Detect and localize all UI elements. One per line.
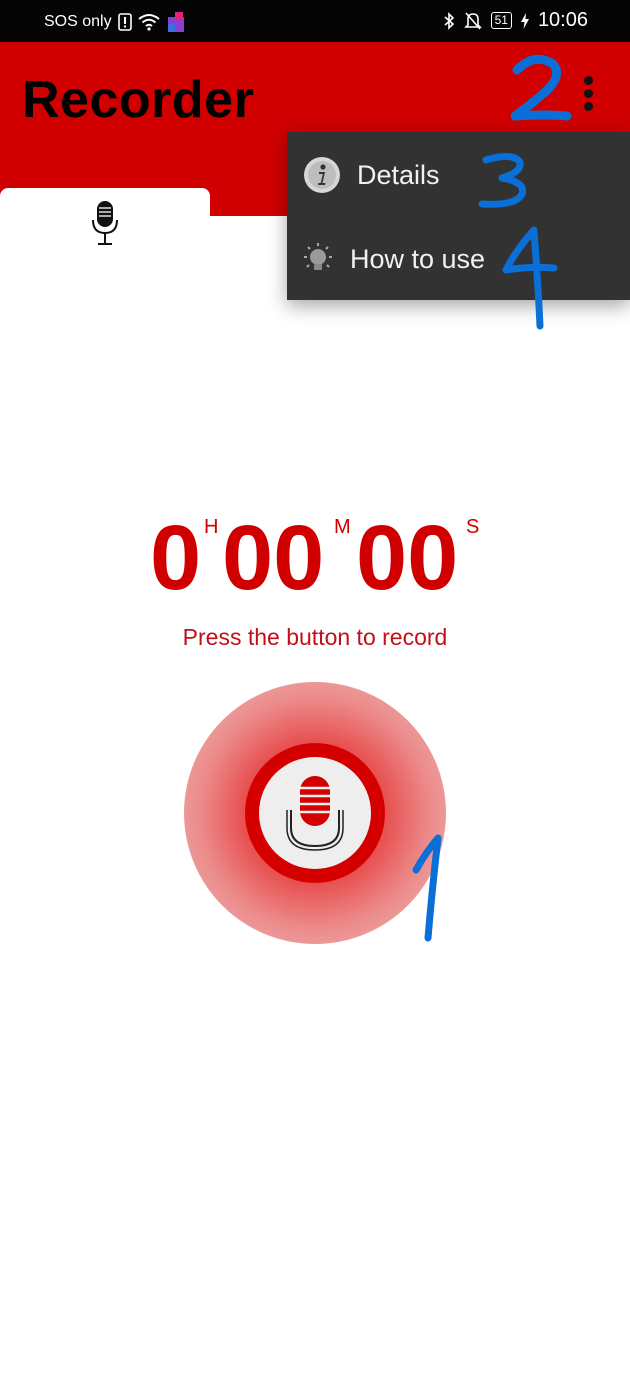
timer-minutes: 00 bbox=[222, 507, 325, 609]
annotation-1 bbox=[408, 830, 448, 951]
overflow-menu: Details How to use bbox=[287, 132, 630, 300]
battery-indicator: 51 bbox=[490, 12, 512, 29]
annotation-2 bbox=[505, 52, 575, 129]
timer-hours-unit: H bbox=[204, 516, 219, 538]
clock: 10:06 bbox=[537, 9, 588, 31]
menu-item-details-label: Details bbox=[357, 160, 440, 190]
recording-timer: 0 H 00 M 00 S bbox=[0, 508, 630, 608]
menu-item-how-to-use[interactable]: How to use bbox=[287, 216, 630, 300]
timer-seconds-unit: S bbox=[466, 516, 480, 538]
record-button-face bbox=[259, 757, 371, 869]
menu-item-details[interactable]: Details bbox=[287, 132, 630, 216]
timer-seconds: 00 bbox=[356, 507, 459, 609]
annotation-4 bbox=[500, 222, 560, 337]
sim-alert-icon bbox=[117, 13, 132, 31]
microphone-icon bbox=[286, 776, 344, 851]
record-hint: Press the button to record bbox=[182, 624, 448, 650]
app-notification-icon bbox=[167, 12, 184, 32]
wifi-icon bbox=[137, 14, 160, 31]
carrier-label: SOS only bbox=[44, 13, 112, 30]
timer-minutes-unit: M bbox=[334, 516, 351, 538]
record-button[interactable] bbox=[245, 743, 385, 883]
bluetooth-icon bbox=[444, 11, 454, 30]
info-icon bbox=[304, 157, 340, 193]
charging-icon bbox=[520, 12, 529, 29]
status-right: 51 10:06 bbox=[443, 9, 588, 32]
annotation-3 bbox=[476, 150, 532, 215]
notifications-off-icon bbox=[463, 11, 482, 30]
more-options-button[interactable] bbox=[576, 76, 600, 116]
more-vert-icon bbox=[583, 76, 593, 85]
timer-hours: 0 bbox=[150, 507, 202, 609]
status-bar: SOS only 51 10:06 bbox=[0, 0, 630, 42]
tab-record[interactable] bbox=[0, 188, 210, 258]
app-title: Recorder bbox=[22, 71, 255, 129]
status-left: SOS only bbox=[44, 11, 186, 33]
microphone-icon bbox=[92, 201, 118, 245]
menu-item-how-to-use-label: How to use bbox=[350, 244, 486, 274]
lightbulb-icon bbox=[304, 243, 332, 270]
